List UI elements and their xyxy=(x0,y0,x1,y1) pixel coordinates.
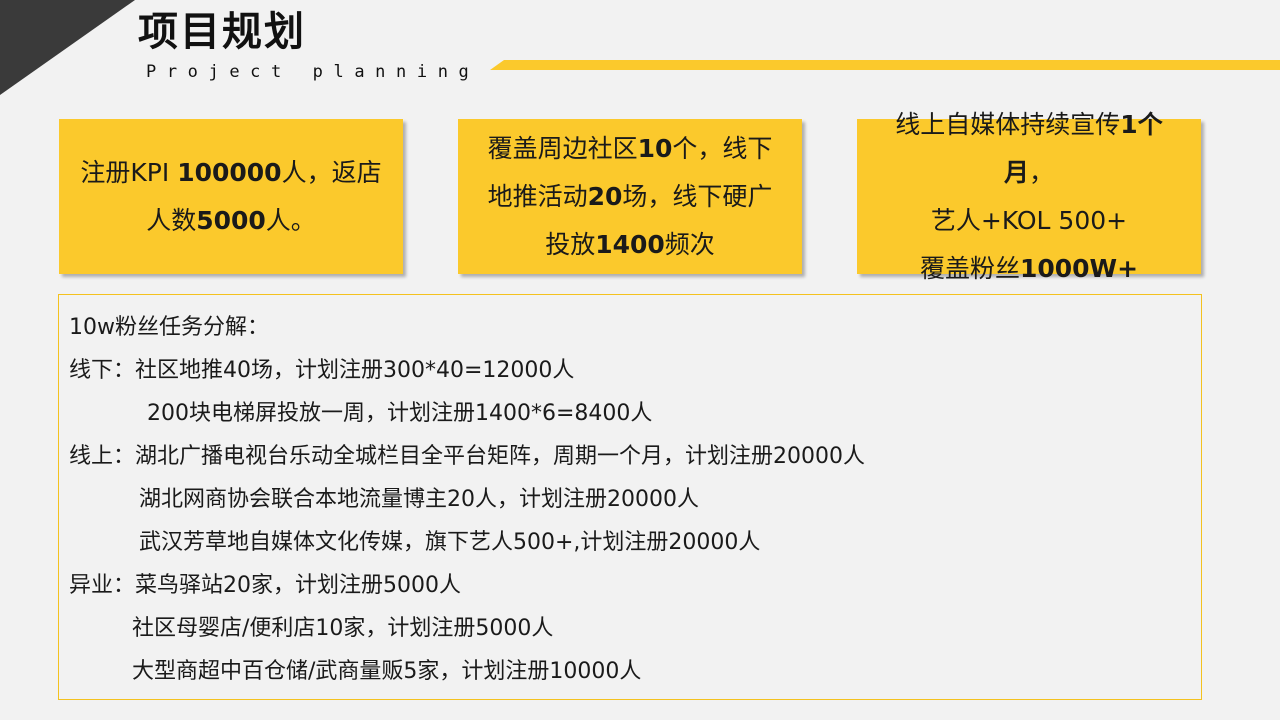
breakdown-crossover-2: 社区母婴店/便利店10家，计划注册5000人 xyxy=(132,616,554,641)
page-subtitle: Project planning xyxy=(146,62,480,82)
kpi-card-media-text: 线上自媒体持续宣传1个月， 艺人+KOL 500+ 覆盖粉丝1000W+ xyxy=(871,101,1187,293)
kpi-card-registration-text: 注册KPI 100000人，返店 人数5000人。 xyxy=(73,149,389,245)
card-text-segment: 人。 xyxy=(265,205,316,235)
card-text-segment: ， xyxy=(1029,157,1055,187)
card-highlight: 1400 xyxy=(595,229,665,259)
breakdown-offline-1: 线下：社区地推40场，计划注册300*40=12000人 xyxy=(69,358,575,383)
card-line: 地推活动20场，线下硬广 xyxy=(472,173,788,221)
card-text-segment: 投放 xyxy=(545,229,596,259)
kpi-card-registration: 注册KPI 100000人，返店 人数5000人。 xyxy=(59,119,403,274)
card-highlight: 20 xyxy=(587,181,623,211)
card-line: 覆盖周边社区10个，线下 xyxy=(472,125,788,173)
task-breakdown-panel: 10w粉丝任务分解： 线下：社区地推40场，计划注册300*40=12000人 … xyxy=(58,294,1202,700)
breakdown-offline-2: 200块电梯屏投放一周，计划注册1400*6=8400人 xyxy=(147,401,653,426)
card-text-segment: 场，线下硬广 xyxy=(622,181,773,211)
kpi-card-coverage-text: 覆盖周边社区10个，线下 地推活动20场，线下硬广 投放1400频次 xyxy=(472,125,788,269)
card-text-segment: 频次 xyxy=(664,229,715,259)
card-text-segment: 人数 xyxy=(146,205,197,235)
card-line: 线上自媒体持续宣传1个月， xyxy=(871,101,1187,197)
breakdown-online-3: 武汉芳草地自媒体文化传媒，旗下艺人500+,计划注册20000人 xyxy=(139,530,761,555)
page-title: 项目规划 xyxy=(138,9,306,55)
card-line: 覆盖粉丝1000W+ xyxy=(871,245,1187,293)
card-highlight: 100000 xyxy=(177,157,282,187)
card-line: 注册KPI 100000人，返店 xyxy=(73,149,389,197)
breakdown-crossover-1: 异业：菜鸟驿站20家，计划注册5000人 xyxy=(69,573,461,598)
card-line: 艺人+KOL 500+ xyxy=(871,197,1187,245)
kpi-card-coverage: 覆盖周边社区10个，线下 地推活动20场，线下硬广 投放1400频次 xyxy=(458,119,802,274)
card-text-segment: 注册KPI xyxy=(80,157,178,187)
card-text-segment: 人，返店 xyxy=(281,157,382,187)
card-text-segment: 个，线下 xyxy=(672,133,773,163)
card-text-segment: 覆盖粉丝 xyxy=(919,253,1020,283)
breakdown-crossover-3: 大型商超中百仓储/武商量贩5家，计划注册10000人 xyxy=(132,659,642,684)
card-line: 人数5000人。 xyxy=(73,197,389,245)
card-highlight: 1000W+ xyxy=(1019,253,1139,283)
kpi-card-media: 线上自媒体持续宣传1个月， 艺人+KOL 500+ 覆盖粉丝1000W+ xyxy=(857,110,1201,283)
card-highlight: 5000 xyxy=(196,205,266,235)
corner-decoration xyxy=(0,0,135,95)
breakdown-online-2: 湖北网商协会联合本地流量博主20人，计划注册20000人 xyxy=(139,487,699,512)
breakdown-heading: 10w粉丝任务分解： xyxy=(69,315,269,340)
card-text-segment: 覆盖周边社区 xyxy=(487,133,638,163)
card-text-segment: 地推活动 xyxy=(487,181,588,211)
card-text-segment: 线上自媒体持续宣传 xyxy=(895,109,1121,139)
card-line: 投放1400频次 xyxy=(472,221,788,269)
header-accent-line xyxy=(490,60,1280,70)
card-text-segment: 艺人+KOL 500+ xyxy=(930,205,1128,235)
card-highlight: 10 xyxy=(637,133,673,163)
breakdown-online-1: 线上：湖北广播电视台乐动全城栏目全平台矩阵，周期一个月，计划注册20000人 xyxy=(69,444,865,469)
